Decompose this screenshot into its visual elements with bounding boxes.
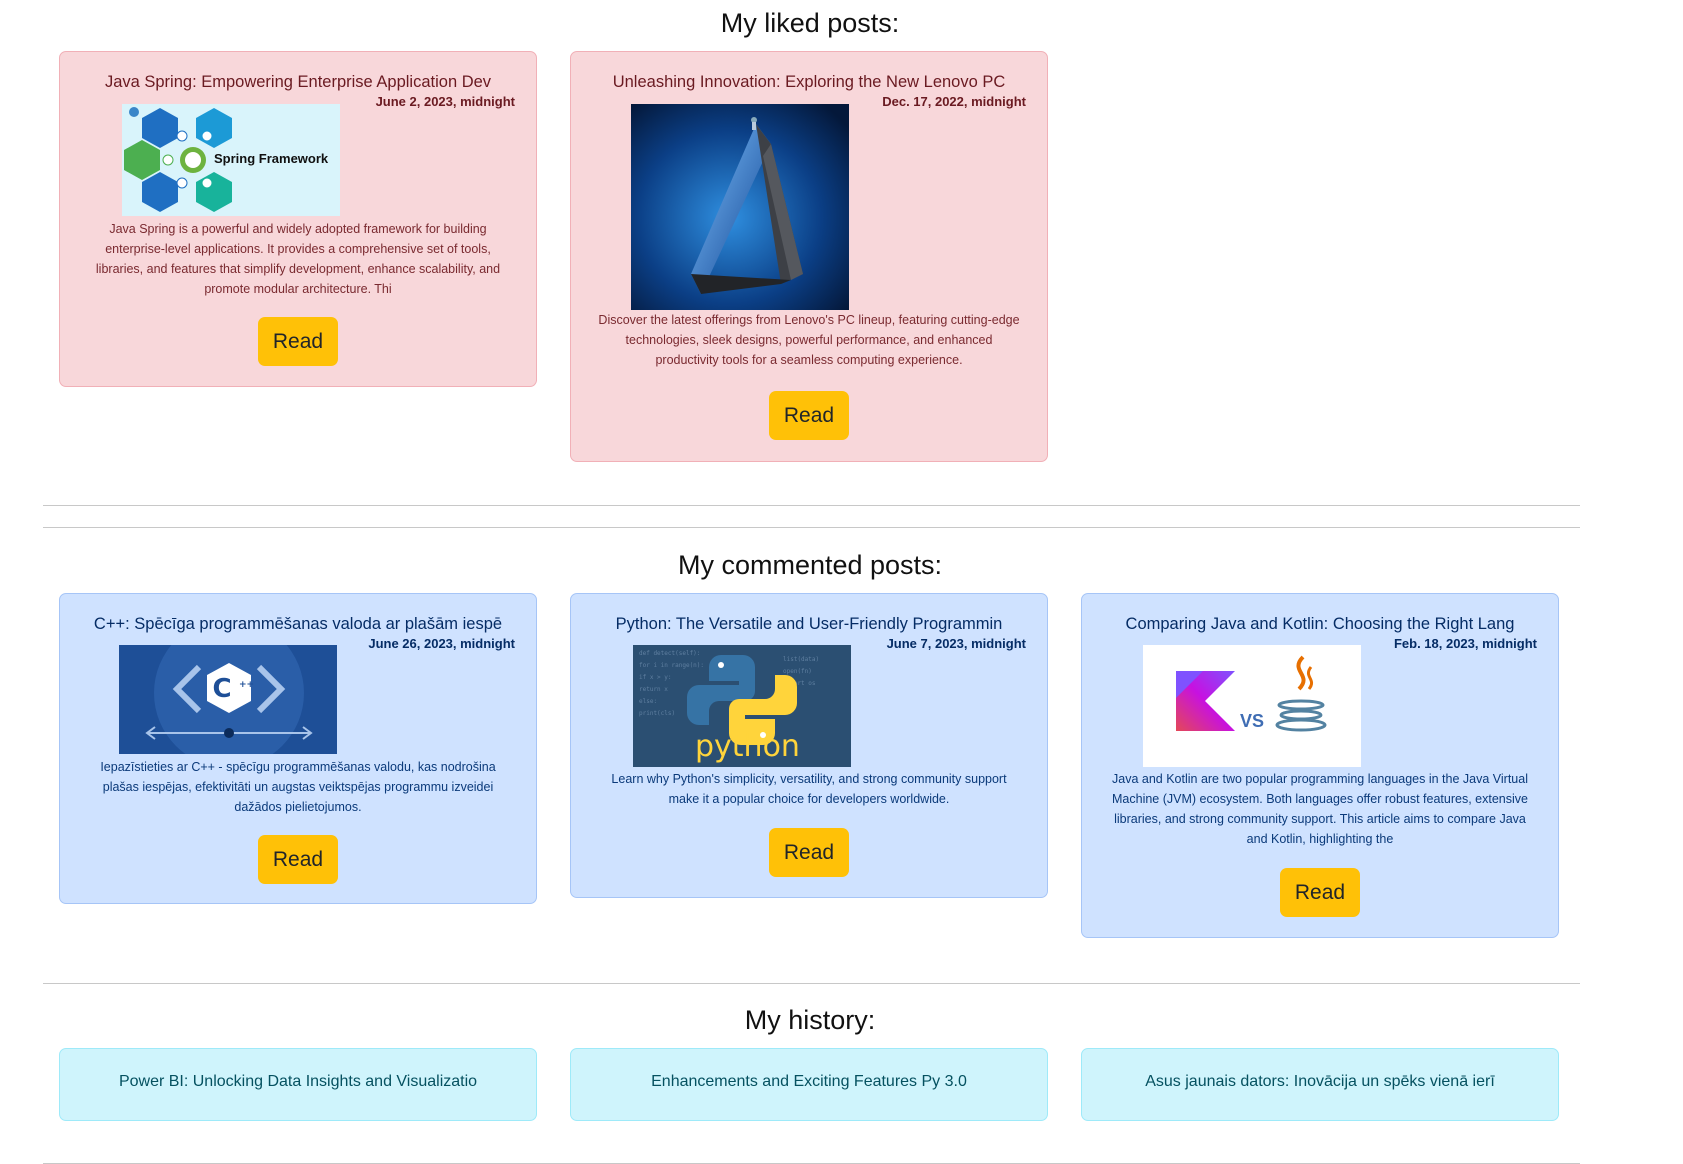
svg-text:else:: else:	[639, 698, 657, 705]
read-button[interactable]: Read	[769, 828, 849, 877]
post-excerpt: Iepazīstieties ar C++ - spēcīgu programm…	[100, 760, 496, 814]
post-excerpt: Java and Kotlin are two popular programm…	[1112, 772, 1528, 846]
svg-text:C: C	[212, 674, 231, 704]
svg-text:if x > y:: if x > y:	[639, 674, 672, 681]
divider	[43, 983, 1580, 984]
lenovo-laptop-image	[631, 104, 849, 310]
svg-text:open(fn): open(fn)	[783, 668, 812, 675]
svg-text:++: ++	[239, 680, 254, 690]
spring-framework-image: Spring Framework	[122, 104, 340, 216]
commented-section-title: My commented posts:	[677, 550, 943, 580]
commented-post-card: Comparing Java and Kotlin: Choosing the …	[1081, 593, 1559, 938]
liked-post-card: Unleashing Innovation: Exploring the New…	[570, 51, 1048, 462]
divider	[43, 527, 1580, 528]
post-title[interactable]: Java Spring: Empowering Enterprise Appli…	[60, 73, 536, 92]
liked-post-card: Java Spring: Empowering Enterprise Appli…	[59, 51, 537, 387]
history-item-title[interactable]: Asus jaunais dators: Inovācija un spēks …	[1082, 1073, 1558, 1091]
liked-section-title: My liked posts:	[720, 8, 900, 38]
post-excerpt: Learn why Python's simplicity, versatili…	[611, 772, 1007, 806]
svg-text:for i in range(n):: for i in range(n):	[639, 662, 704, 669]
history-item[interactable]: Asus jaunais dators: Inovācija un spēks …	[1081, 1048, 1559, 1121]
history-item-title[interactable]: Power BI: Unlocking Data Insights and Vi…	[60, 1073, 536, 1091]
post-date: June 2, 2023, midnight	[375, 94, 515, 109]
python-image-label: python	[695, 729, 800, 764]
svg-text:print(cls): print(cls)	[639, 710, 675, 717]
history-item[interactable]: Enhancements and Exciting Features Py 3.…	[570, 1048, 1048, 1121]
post-excerpt: Discover the latest offerings from Lenov…	[598, 313, 1020, 367]
history-item[interactable]: Power BI: Unlocking Data Insights and Vi…	[59, 1048, 537, 1121]
spring-image-label: Spring Framework	[214, 151, 329, 166]
history-section-title: My history:	[744, 1005, 876, 1035]
cpp-logo-image: C ++	[119, 645, 337, 754]
post-date: Dec. 17, 2022, midnight	[882, 94, 1026, 109]
history-item-title[interactable]: Enhancements and Exciting Features Py 3.…	[571, 1073, 1047, 1091]
python-logo-image: def detect(self): for i in range(n): if …	[633, 645, 851, 767]
kotlin-vs-java-image: VS	[1143, 645, 1361, 767]
post-title[interactable]: Unleashing Innovation: Exploring the New…	[571, 73, 1047, 92]
post-title[interactable]: C++: Spēcīga programmēšanas valoda ar pl…	[60, 615, 536, 634]
divider	[43, 505, 1580, 506]
post-date: June 26, 2023, midnight	[368, 636, 515, 651]
read-button[interactable]: Read	[1280, 868, 1360, 917]
read-button[interactable]: Read	[769, 391, 849, 440]
post-date: Feb. 18, 2023, midnight	[1393, 636, 1537, 651]
commented-post-card: C++: Spēcīga programmēšanas valoda ar pl…	[59, 593, 537, 904]
read-button[interactable]: Read	[258, 835, 338, 884]
post-title[interactable]: Python: The Versatile and User-Friendly …	[571, 615, 1047, 634]
post-excerpt: Java Spring is a powerful and widely ado…	[95, 222, 501, 296]
read-button[interactable]: Read	[258, 317, 338, 366]
vs-label: VS	[1240, 711, 1265, 731]
svg-text:list(data): list(data)	[783, 656, 819, 663]
post-title[interactable]: Comparing Java and Kotlin: Choosing the …	[1082, 615, 1558, 634]
svg-text:def detect(self):: def detect(self):	[639, 650, 700, 657]
commented-post-card: Python: The Versatile and User-Friendly …	[570, 593, 1048, 898]
post-date: June 7, 2023, midnight	[886, 636, 1026, 651]
svg-text:return x: return x	[639, 686, 668, 693]
